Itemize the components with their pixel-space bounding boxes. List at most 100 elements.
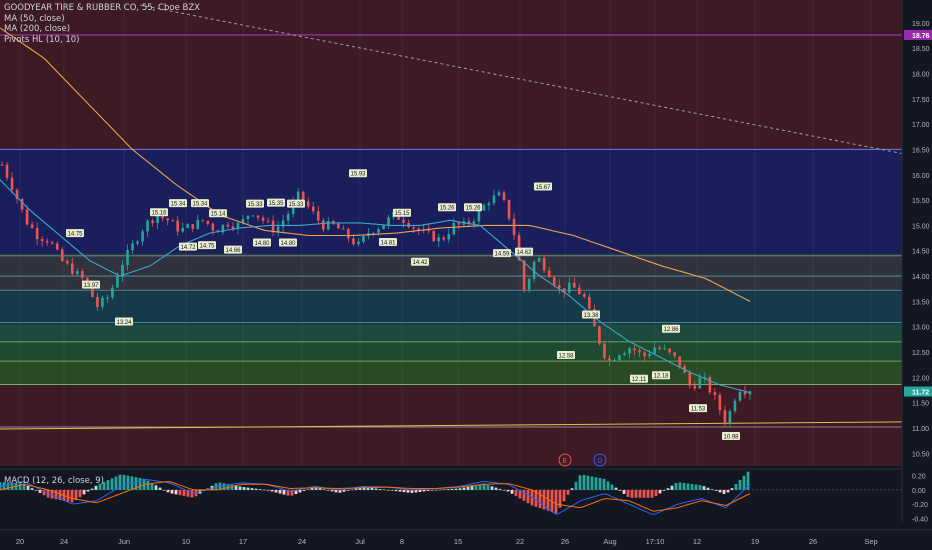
macd-histogram-bar: [734, 484, 738, 490]
macd-histogram-bar: [690, 483, 694, 490]
candle-body: [126, 250, 129, 266]
time-tick-label: Aug: [603, 537, 616, 546]
price-tick-label: 13.00: [912, 325, 930, 332]
candle-body: [357, 241, 360, 245]
chart-legend: GOODYEAR TIRE & RUBBER CO, 55, Cboe BZX …: [4, 3, 200, 45]
candle-body: [598, 326, 601, 344]
macd-histogram-bar: [710, 489, 714, 490]
macd-histogram-bar: [702, 486, 706, 490]
chart-svg[interactable]: 14.7513.9713.2415.1615.3414.7215.3414.75…: [0, 0, 932, 550]
candle-body: [743, 391, 747, 395]
macd-histogram-bar: [238, 486, 242, 490]
candle-body: [728, 411, 732, 424]
candle-body: [588, 296, 591, 309]
candle-body: [106, 297, 109, 299]
time-tick-label: 20: [16, 537, 24, 546]
candle-body: [733, 400, 737, 412]
macd-histogram-bar: [402, 489, 406, 493]
macd-panel-bg: [0, 467, 902, 525]
macd-histogram-bar: [258, 489, 262, 490]
pivot-label: 15.93: [350, 172, 366, 178]
time-tick-label: 17: [239, 537, 247, 546]
macd-histogram-bar: [474, 485, 478, 490]
macd-histogram-bar: [682, 482, 686, 490]
macd-histogram-bar: [538, 489, 542, 509]
price-tick-label: 16.00: [912, 173, 930, 180]
macd-histogram-bar: [634, 489, 638, 498]
macd-histogram-bar: [78, 489, 82, 498]
candle-body: [306, 201, 310, 207]
zone-band: [0, 253, 902, 292]
zone-band: [0, 291, 902, 325]
macd-histogram-bar: [166, 489, 170, 493]
macd-histogram-bar: [442, 489, 446, 490]
macd-histogram-bar: [554, 489, 558, 514]
macd-histogram-bar: [378, 489, 382, 490]
macd-histogram-bar: [670, 485, 674, 490]
price-tick-label: 17.00: [912, 122, 930, 129]
macd-histogram-bar: [90, 488, 94, 490]
candle-body: [60, 249, 64, 262]
macd-histogram-bar: [502, 489, 506, 491]
macd-histogram-bar: [718, 489, 722, 493]
candle-body: [5, 164, 9, 178]
candle-body: [673, 352, 676, 357]
time-tick-label: 8: [400, 537, 404, 546]
time-tick-label: 17:10: [646, 537, 665, 546]
macd-histogram-bar: [642, 489, 646, 498]
candle-body: [166, 218, 169, 221]
macd-histogram-bar: [722, 489, 726, 494]
candle-body: [618, 355, 621, 360]
macd-histogram-bar: [250, 488, 254, 490]
macd-histogram-bar: [726, 489, 730, 493]
pivot-label: 10.98: [723, 434, 739, 440]
candle-body: [70, 263, 74, 275]
candle-body: [537, 257, 541, 262]
macd-histogram-bar: [458, 488, 462, 490]
macd-histogram-bar: [678, 482, 682, 490]
macd-histogram-bar: [262, 489, 266, 491]
candle-body: [412, 227, 415, 229]
macd-histogram-bar: [498, 488, 502, 490]
candle-body: [246, 215, 250, 219]
macd-histogram-bar: [66, 489, 70, 502]
pivot-label: 13.38: [583, 313, 599, 319]
macd-histogram-bar: [394, 489, 398, 492]
candle-body: [698, 377, 702, 389]
candle-body: [231, 226, 235, 229]
macd-histogram-bar: [638, 489, 642, 498]
macd-histogram-bar: [282, 489, 286, 495]
candle-body: [482, 205, 486, 211]
candle-body: [638, 350, 641, 353]
candle-body: [432, 231, 436, 242]
candle-body: [492, 195, 496, 204]
macd-histogram-bar: [54, 489, 58, 500]
macd-histogram-bar: [106, 480, 110, 490]
price-tick-label: 14.00: [912, 274, 930, 281]
macd-histogram-bar: [650, 489, 654, 498]
macd-histogram-bar: [354, 488, 358, 490]
macd-histogram-bar: [114, 476, 118, 490]
price-tick-label: 18.50: [912, 46, 930, 53]
macd-tick-label: 0.20: [912, 474, 926, 481]
pivot-label: 13.97: [83, 283, 99, 289]
candle-body: [211, 223, 215, 231]
macd-histogram-bar: [490, 486, 494, 490]
event-marker-label: E: [563, 458, 568, 465]
pivot-label: 14.75: [199, 243, 215, 249]
macd-histogram-bar: [254, 488, 258, 490]
macd-histogram-bar: [662, 489, 666, 491]
price-tick-label: 17.50: [912, 97, 930, 104]
time-tick-label: Jun: [118, 537, 130, 546]
macd-histogram-bar: [190, 489, 194, 498]
macd-histogram-bar: [270, 489, 274, 492]
macd-histogram-bar: [466, 486, 470, 490]
candle-body: [613, 359, 616, 361]
macd-histogram-bar: [306, 489, 310, 490]
macd-histogram-bar: [34, 489, 38, 491]
macd-histogram-bar: [614, 487, 618, 490]
macd-histogram-bar: [230, 484, 234, 490]
candle-body: [251, 215, 255, 217]
macd-histogram-bar: [578, 475, 582, 490]
candle-body: [442, 237, 446, 240]
